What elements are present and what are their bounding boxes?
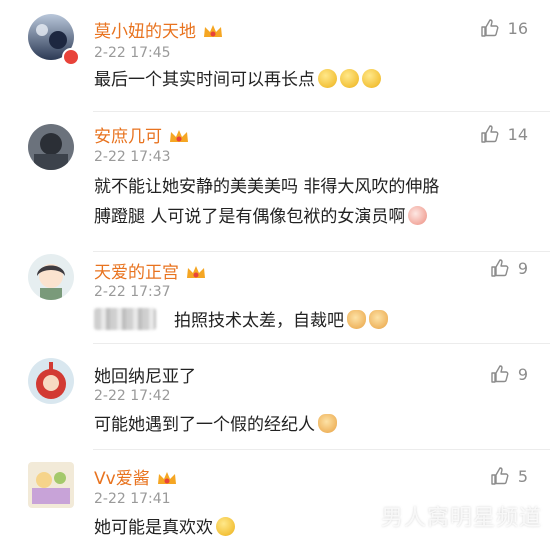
cartoon-avatar-icon <box>28 462 74 508</box>
comment-text: 就不能让她安静的美美美吗 非得大风吹的伸胳 膊蹬腿 人可说了是有偶像包袱的女演员… <box>94 172 522 232</box>
comment-text: 最后一个其实时间可以再长点 <box>94 65 522 95</box>
doge-emoji-icon <box>318 414 337 433</box>
username[interactable]: 她回纳尼亚了 <box>94 362 196 387</box>
avatar[interactable] <box>28 358 74 404</box>
username[interactable]: Vv爱酱 <box>94 464 178 489</box>
smile-emoji-icon <box>340 69 359 88</box>
watermark: 男人窝明星频道 <box>380 506 542 531</box>
comment-time: 2-22 17:41 <box>94 491 171 507</box>
like-button[interactable]: 14 <box>480 124 528 144</box>
comment-item: 安庶几可 2-22 17:43 14 就不能让她安静的美美美吗 非得大风吹的伸胳… <box>0 112 550 252</box>
comment-item: 她回纳尼亚了 2-22 17:42 9 可能她遇到了一个假的经纪人 <box>0 344 550 450</box>
thumbs-up-icon <box>480 19 499 37</box>
vip-crown-icon <box>204 25 222 37</box>
username[interactable]: 天爱的正宫 <box>94 258 207 283</box>
vip-crown-icon <box>187 266 205 278</box>
blurred-mention <box>94 308 156 330</box>
comment-text-line: 就不能让她安静的美美美吗 非得大风吹的伸胳 <box>94 177 440 197</box>
like-button[interactable]: 9 <box>490 364 528 384</box>
smile-emoji-icon <box>318 69 337 88</box>
dark-photo-avatar-icon <box>28 124 74 170</box>
anime-girl-avatar-icon <box>28 254 74 300</box>
comment-time: 2-22 17:42 <box>94 388 171 404</box>
like-button[interactable]: 16 <box>480 18 528 38</box>
username[interactable]: 莫小妞的天地 <box>94 17 224 42</box>
thumbs-up-icon <box>491 259 509 277</box>
thinking-emoji-icon <box>216 517 235 536</box>
verified-badge-icon <box>62 48 80 66</box>
comment-time: 2-22 17:37 <box>94 284 171 300</box>
like-button[interactable]: 9 <box>490 258 528 278</box>
avatar[interactable] <box>28 462 74 508</box>
comment-text: 拍照技术太差，自裁吧 <box>94 306 522 336</box>
like-button[interactable]: 5 <box>490 466 528 486</box>
thumbs-up-icon <box>491 467 509 485</box>
thumbs-up-icon <box>491 365 509 383</box>
like-count: 16 <box>507 18 528 38</box>
doge-emoji-icon <box>347 310 366 329</box>
like-count: 5 <box>517 466 528 486</box>
comment-text: 可能她遇到了一个假的经纪人 <box>94 410 522 440</box>
thumbs-up-icon <box>480 125 499 143</box>
comment-item: 天爱的正宫 2-22 17:37 9 拍照技术太差，自裁吧 <box>0 252 550 344</box>
like-count: 14 <box>507 124 528 144</box>
avatar[interactable] <box>28 124 74 170</box>
avatar[interactable] <box>28 254 74 300</box>
comment-item: 莫小妞的天地 2-22 17:45 16 最后一个其实时间可以再长点 <box>0 0 550 112</box>
comment-time: 2-22 17:45 <box>94 45 171 61</box>
comment-text-line: 膊蹬腿 人可说了是有偶像包袱的女演员啊 <box>94 202 522 232</box>
vip-crown-icon <box>157 472 176 484</box>
smile-emoji-icon <box>362 69 381 88</box>
like-count: 9 <box>517 258 528 278</box>
comment-time: 2-22 17:43 <box>94 149 171 165</box>
doge-emoji-icon <box>369 310 388 329</box>
like-count: 9 <box>517 364 528 384</box>
shy-emoji-icon <box>408 206 428 225</box>
vip-crown-icon <box>170 130 188 142</box>
username[interactable]: 安庶几可 <box>94 122 190 147</box>
teletubby-avatar-icon <box>28 358 74 404</box>
